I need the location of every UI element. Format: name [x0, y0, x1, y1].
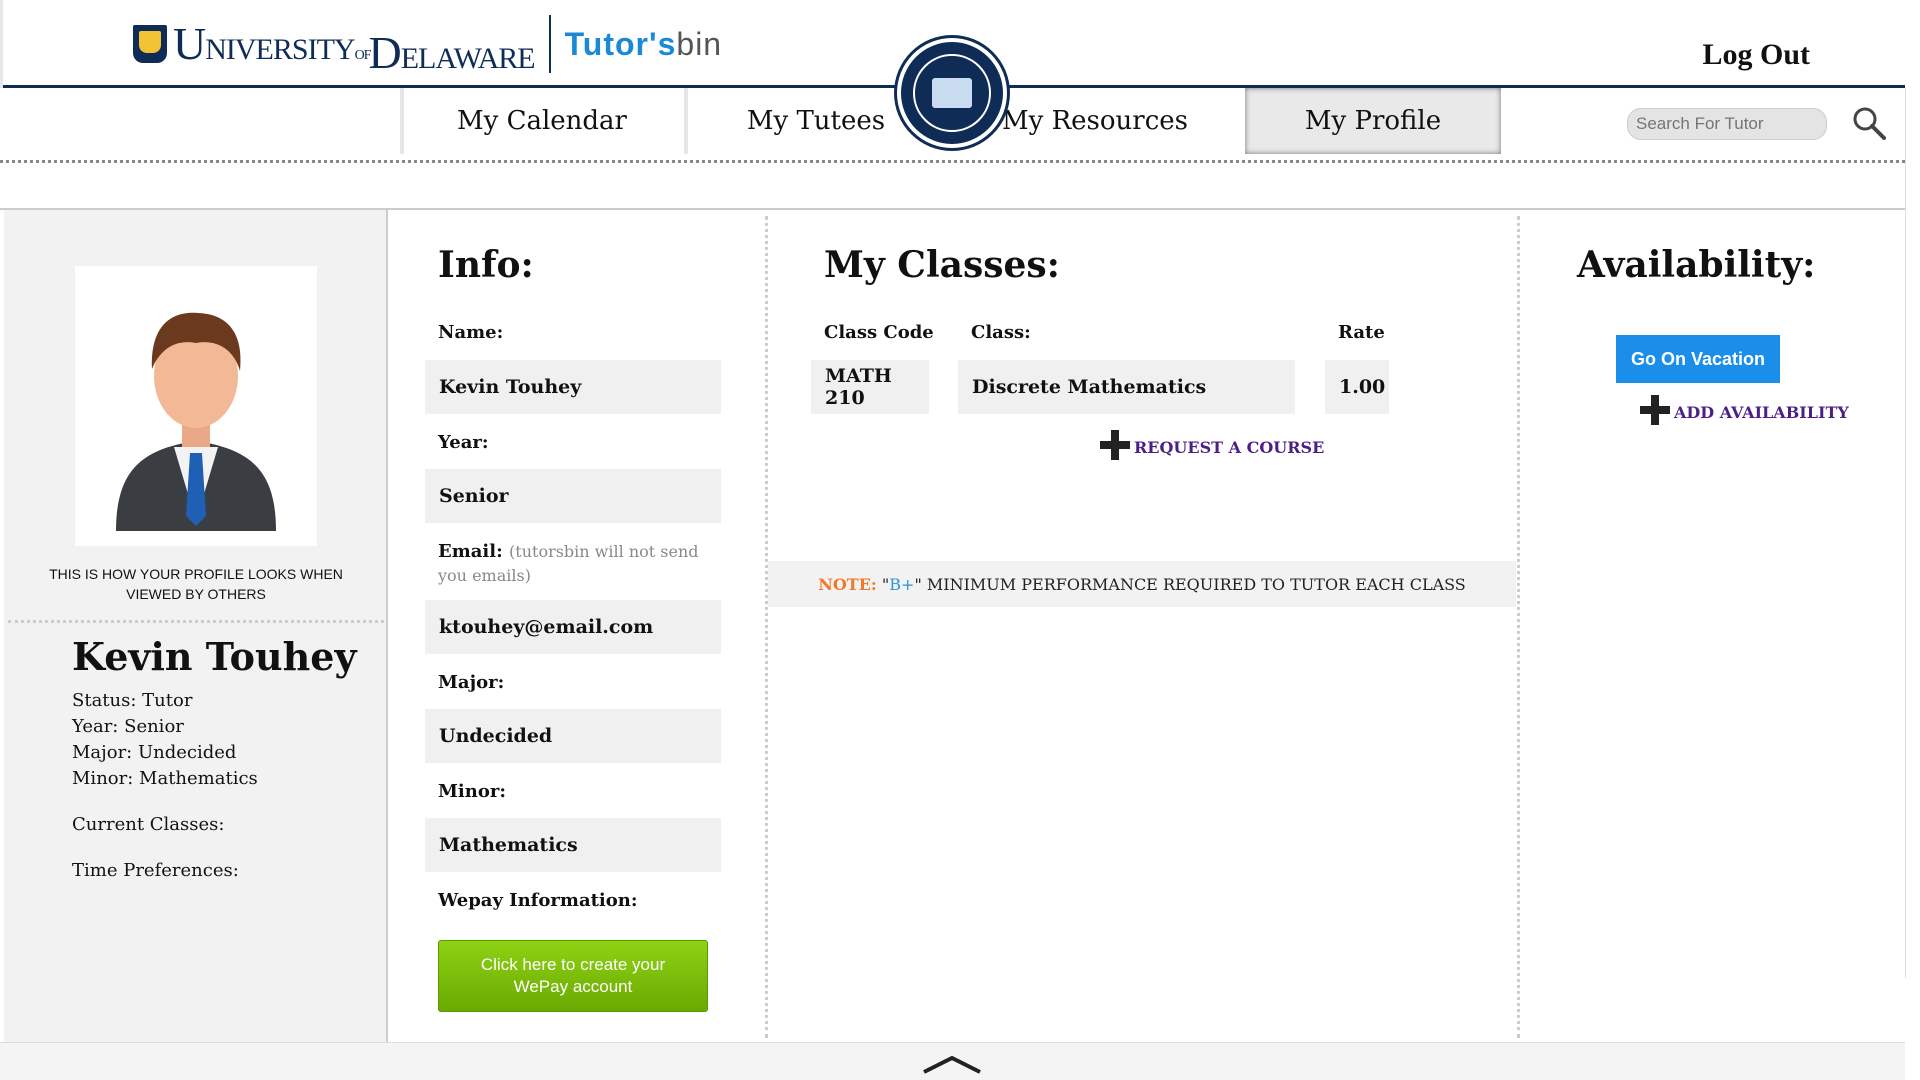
- profile-preview-panel: This is how your profile looks when view…: [4, 210, 388, 1042]
- classes-heading: My Classes:: [824, 244, 1060, 286]
- year-label: Year:: [438, 432, 489, 453]
- profile-preview-caption: This is how your profile looks when view…: [49, 566, 343, 602]
- minor-field[interactable]: Mathematics: [425, 818, 721, 872]
- ud-shield-icon: [133, 25, 167, 63]
- class-name-cell[interactable]: Discrete Mathematics: [958, 360, 1295, 414]
- performance-note: NOTE: " B+ " MINIMUM PERFORMANCE REQUIRED …: [768, 561, 1516, 607]
- info-heading: Info:: [438, 244, 534, 286]
- class-name-header: Class:: [971, 322, 1031, 343]
- ud-wordmark: UNIVERSITYOF: [173, 18, 371, 69]
- name-label: Name:: [438, 322, 504, 343]
- tab-my-calendar[interactable]: My Calendar: [400, 88, 680, 154]
- availability-heading: Availability:: [1577, 244, 1816, 286]
- class-code-header: Class Code: [824, 322, 934, 343]
- search-icon[interactable]: [1852, 106, 1886, 140]
- column-divider-2: [1517, 216, 1520, 1038]
- request-course-link[interactable]: Request a course: [1100, 430, 1324, 460]
- seal-book-icon: [932, 78, 972, 108]
- user-avatar-icon: [116, 312, 276, 531]
- university-logo[interactable]: UNIVERSITYOF DELAWARE Tutor'sbin: [133, 12, 722, 76]
- create-wepay-button[interactable]: Click here to create your WePay account: [438, 940, 708, 1012]
- email-field[interactable]: ktouhey@email.com: [425, 600, 721, 654]
- add-availability-link[interactable]: Add availability: [1640, 395, 1849, 425]
- name-field[interactable]: Kevin Touhey: [425, 360, 721, 414]
- profile-status: Status: Tutor: [72, 690, 193, 711]
- year-field[interactable]: Senior: [425, 469, 721, 523]
- add-availability-label: Add availability: [1674, 403, 1849, 422]
- tab-my-resources[interactable]: My Resources: [1000, 88, 1190, 154]
- tutorsbin-logo: Tutor'sbin: [564, 25, 723, 62]
- tab-my-profile[interactable]: My Profile: [1245, 88, 1501, 154]
- panel-divider: [8, 620, 384, 623]
- university-seal-icon[interactable]: [897, 38, 1007, 148]
- profile-minor: Minor: Mathematics: [72, 768, 258, 789]
- go-on-vacation-button[interactable]: Go On Vacation: [1616, 335, 1780, 383]
- email-label: Email: (tutorsbin will not send you emai…: [438, 541, 699, 585]
- plus-icon: [1640, 395, 1670, 425]
- request-course-label: Request a course: [1134, 438, 1325, 457]
- nav-divider: [0, 160, 1905, 163]
- minor-label: Minor:: [438, 781, 506, 802]
- profile-name: Kevin Touhey: [72, 634, 357, 679]
- class-rate-cell[interactable]: 1.00: [1325, 360, 1389, 414]
- ud-wordmark-line2: DELAWARE: [368, 27, 535, 78]
- page-scrollbar[interactable]: [1905, 88, 1920, 978]
- scroll-up-chevron-icon[interactable]: [922, 1054, 982, 1074]
- plus-icon: [1100, 430, 1130, 460]
- profile-current-classes: Current Classes:: [72, 814, 225, 835]
- rate-header: Rate: [1338, 322, 1385, 343]
- logo-divider: [548, 15, 551, 73]
- avatar: [75, 266, 317, 546]
- profile-major: Major: Undecided: [72, 742, 237, 763]
- seal-ring: [913, 54, 991, 132]
- search-input[interactable]: [1627, 108, 1827, 140]
- logout-button[interactable]: Log Out: [1702, 38, 1810, 72]
- column-divider-1: [765, 216, 768, 1038]
- profile-time-preferences: Time Preferences:: [72, 860, 239, 881]
- profile-year: Year: Senior: [72, 716, 184, 737]
- major-field[interactable]: Undecided: [425, 709, 721, 763]
- class-code-cell[interactable]: MATH 210: [811, 360, 929, 414]
- wepay-label: Wepay Information:: [438, 890, 638, 911]
- major-label: Major:: [438, 672, 505, 693]
